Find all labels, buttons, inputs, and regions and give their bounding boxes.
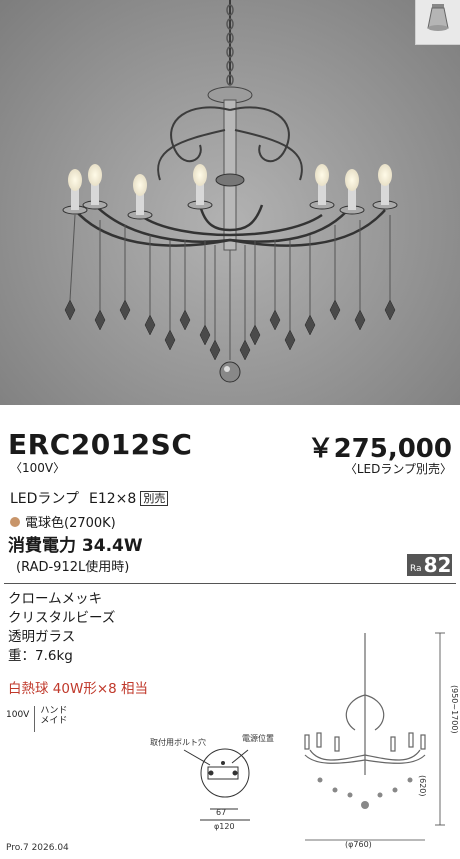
handmade-tag-line2: メイド xyxy=(40,716,68,726)
lamp-spec: E12×8 xyxy=(89,491,137,507)
spec-weight: 重：7.6kg xyxy=(8,648,73,664)
dim-760-label: (φ760) xyxy=(345,840,372,849)
spec-list: クロームメッキ クリスタルビーズ 透明ガラス 重：7.6kg xyxy=(8,590,115,666)
handmade-tag: ハンド メイド xyxy=(35,706,67,732)
lamp-label: LEDランプ xyxy=(10,491,80,507)
power-note: (RAD-912L使用時) xyxy=(16,560,130,575)
spec-beads: クリスタルビーズ xyxy=(8,610,116,626)
model-number: ERC2012SC xyxy=(8,428,193,461)
voltage-label: 〈100V〉 xyxy=(10,461,66,475)
product-photo xyxy=(0,0,460,405)
light-color: 電球色(2700K) xyxy=(10,512,116,531)
ra-label: Ra xyxy=(410,564,422,574)
voltage-tag: 100V xyxy=(6,706,36,732)
power-consumption: 消費電力 34.4W xyxy=(8,536,143,556)
ra-value: 82 xyxy=(423,553,452,577)
price-note: 〈LEDランプ別売〉 xyxy=(344,462,452,476)
spec-glass: 透明ガラス xyxy=(8,629,76,645)
dim-120-label: φ120 xyxy=(214,822,235,831)
bolt-hole-label: 取付用ボルト穴 xyxy=(150,737,206,747)
light-color-label: 電球色(2700K) xyxy=(25,516,116,531)
power-position-label: 電源位置 xyxy=(242,733,274,743)
dimension-drawing: 取付用ボルト穴 電源位置 67 φ120 (950~1700) (620) (φ… xyxy=(150,632,459,849)
dim-height-label: (950~1700) xyxy=(450,685,459,734)
handmade-tag-line1: ハンド xyxy=(40,706,68,716)
chandelier-image xyxy=(62,0,398,383)
fixture-icon xyxy=(427,4,449,31)
dim-620-label: (620) xyxy=(418,775,427,797)
sold-separately-badge: 別売 xyxy=(140,491,169,506)
divider xyxy=(4,583,456,584)
light-color-dot xyxy=(10,516,20,527)
tag-row: 100V ハンド メイド xyxy=(6,706,67,732)
ra-badge: Ra 82 xyxy=(407,553,452,577)
spec-finish: クロームメッキ xyxy=(8,591,103,607)
footer-code: Pro.7 2026.04 xyxy=(6,843,69,853)
technical-drawing: 取付用ボルト穴 電源位置 67 φ120 (950~1700) (620) (φ… xyxy=(120,625,460,850)
dim-67-label: 67 xyxy=(216,808,226,817)
ceiling-fixture-thumbnail xyxy=(415,0,460,45)
lamp-info: LEDランプ E12×8 別売 xyxy=(10,488,169,508)
